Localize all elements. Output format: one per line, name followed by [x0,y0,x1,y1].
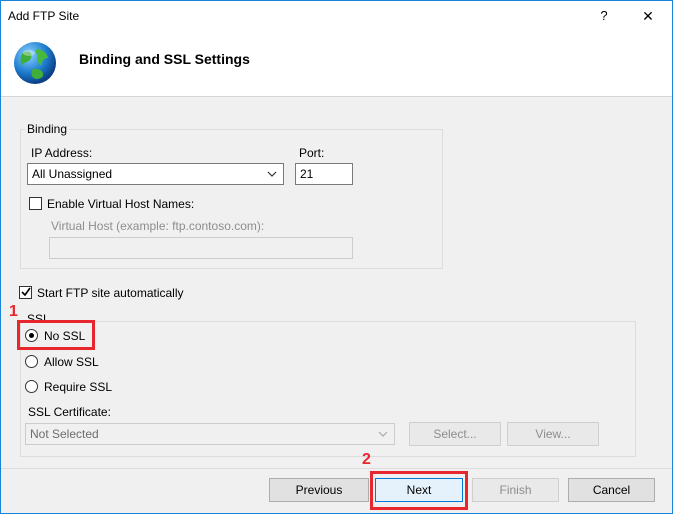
ssl-certificate-label: SSL Certificate: [28,405,111,419]
virtual-host-label: Virtual Host (example: ftp.contoso.com): [51,219,265,233]
help-button[interactable]: ? [589,5,619,27]
port-input[interactable]: 21 [295,163,353,185]
start-auto-checkbox[interactable] [19,286,32,299]
virtual-host-checkbox-label[interactable]: Enable Virtual Host Names: [47,197,194,211]
ssl-certificate-select[interactable]: Not Selected [25,423,395,445]
add-ftp-site-dialog: Add FTP Site ? ✕ Binding and SSL Setting… [0,0,673,514]
ip-address-label: IP Address: [31,146,93,160]
next-button-highlight [370,471,468,510]
view-certificate-button[interactable]: View... [507,422,599,446]
allow-ssl-label[interactable]: Allow SSL [44,355,99,369]
virtual-host-input[interactable] [49,237,353,259]
ip-address-value: All Unassigned [32,167,113,181]
require-ssl-label[interactable]: Require SSL [44,380,112,394]
require-ssl-radio[interactable] [25,380,38,393]
ip-address-select[interactable]: All Unassigned [27,163,284,185]
ssl-certificate-value: Not Selected [30,427,99,441]
wizard-header: Binding and SSL Settings [1,31,672,97]
select-certificate-button[interactable]: Select... [409,422,501,446]
finish-button[interactable]: Finish [472,478,559,502]
window-title: Add FTP Site [8,9,80,23]
checkmark-icon [21,287,31,297]
binding-group-label: Binding [25,122,70,136]
chevron-down-icon [267,171,277,177]
page-title: Binding and SSL Settings [79,51,250,67]
previous-button[interactable]: Previous [269,478,369,502]
close-button[interactable]: ✕ [633,5,663,27]
port-value: 21 [300,167,314,181]
cancel-button[interactable]: Cancel [568,478,655,502]
no-ssl-highlight [17,320,95,350]
start-auto-label[interactable]: Start FTP site automatically [37,286,184,300]
title-bar: Add FTP Site ? ✕ [1,1,672,31]
footer-divider [1,468,672,469]
annotation-marker-2: 2 [362,451,371,468]
allow-ssl-radio[interactable] [25,355,38,368]
port-label: Port: [299,146,325,160]
chevron-down-icon [378,431,388,437]
globe-icon [14,42,56,84]
virtual-host-checkbox[interactable] [29,197,42,210]
annotation-marker-1: 1 [9,303,18,320]
